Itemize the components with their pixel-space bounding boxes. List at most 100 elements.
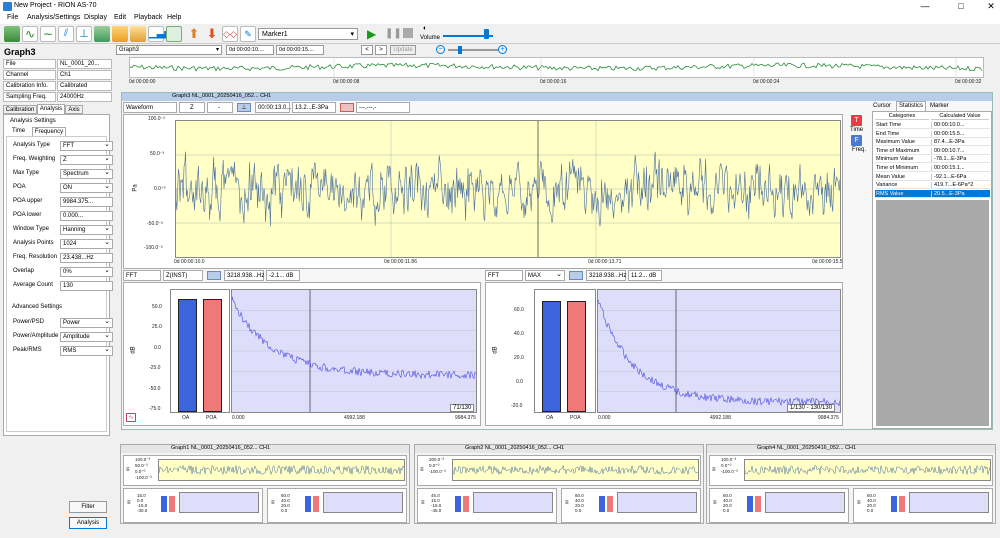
delta-icon[interactable] (340, 103, 354, 112)
zoom-slider[interactable] (448, 49, 498, 51)
fft2-plot[interactable] (597, 289, 841, 413)
fft2-weight-box[interactable]: MAX (525, 269, 565, 281)
stats-row[interactable]: Maximum Value 87.4...E-3Pa (875, 138, 990, 147)
menu-display[interactable]: Display (84, 14, 107, 21)
marker-add-icon[interactable]: ✎ (240, 26, 256, 42)
poa-lower-input[interactable]: 0.000... (60, 211, 113, 221)
fft2-type-box[interactable]: FFT (485, 270, 523, 281)
mini-spectrum-plot[interactable] (179, 492, 259, 513)
fft1-cursor-icon[interactable] (207, 271, 221, 280)
export-icon[interactable] (94, 26, 110, 42)
brush-icon[interactable] (130, 26, 146, 42)
mini-spectrum-plot[interactable] (323, 492, 403, 513)
subtab-time[interactable]: Time (12, 128, 25, 134)
mini-wave-plot[interactable] (452, 459, 699, 481)
mini-spec-settings-icon[interactable]: ≡ (421, 500, 425, 506)
folder-icon[interactable] (112, 26, 128, 42)
stats-row[interactable]: Start Time 00:00:10.0... (875, 121, 990, 129)
maximize-button[interactable]: □ (946, 0, 976, 13)
mini-graph-3[interactable]: Graph4 NL_0001_20250416_052... CH1 100.0⁻… (706, 444, 996, 524)
tab-cursor[interactable]: Cursor (873, 103, 891, 109)
mini-spec-settings-icon[interactable]: ≡ (713, 500, 717, 506)
tab-axis[interactable]: Axis (65, 105, 83, 114)
wave-plot[interactable] (175, 120, 841, 258)
overview-end-time[interactable]: 0d 00:00:15.... (276, 45, 324, 55)
overview-strip[interactable] (129, 57, 984, 78)
fft2-bar-poa[interactable] (567, 301, 586, 412)
peak-rms-select[interactable]: RMS (60, 346, 113, 356)
wave-type-box[interactable]: Waveform (123, 102, 177, 113)
zoom-out-icon[interactable]: − (436, 45, 445, 54)
zoom-handle[interactable] (458, 46, 462, 54)
mini-settings-icon[interactable]: ≡ (420, 467, 424, 473)
time-view-button[interactable]: T (851, 115, 862, 126)
fft1-bar-oa[interactable] (178, 299, 197, 412)
fft2-cursor-icon[interactable] (569, 271, 583, 280)
mini-spectrum-plot[interactable] (909, 492, 989, 513)
close-button[interactable]: ✕ (976, 0, 1000, 13)
mini-wave-plot[interactable] (744, 459, 991, 481)
volume-slider-handle[interactable] (484, 29, 489, 39)
arrow-up-icon[interactable]: ⬆ (186, 26, 202, 42)
arrow-down-icon[interactable]: ⬇ (204, 26, 220, 42)
update-button[interactable]: Update (390, 45, 416, 55)
next-button[interactable]: > (375, 45, 387, 55)
tab-statistics[interactable]: Statistics (896, 101, 926, 111)
stats-row[interactable]: Time of Minimum 00:00:15.1... (875, 164, 990, 172)
subtab-frequency[interactable]: Frequency (32, 127, 66, 136)
spectrum-icon[interactable]: ▁▃▅ (148, 26, 172, 42)
zoom-in-icon[interactable]: + (498, 45, 507, 54)
window-type-select[interactable]: Hanning (60, 225, 113, 235)
fft1-weight-box[interactable]: Z(INST) (163, 270, 203, 281)
mini-settings-icon[interactable]: ≡ (126, 467, 130, 473)
mini-spec-settings-icon[interactable]: ≡ (857, 500, 861, 506)
stop-icon[interactable] (403, 28, 413, 38)
menu-edit[interactable]: Edit (114, 14, 126, 21)
marker-pattern-icon[interactable]: ◇◇ (222, 26, 238, 42)
mini-spec-settings-icon[interactable]: ≡ (271, 500, 275, 506)
axis-icon[interactable]: ⊥ (76, 26, 92, 42)
menu-file[interactable]: File (7, 14, 18, 21)
table-icon[interactable] (166, 26, 182, 42)
sine-icon[interactable]: ∼ (40, 26, 56, 42)
mini-spectrum-plot[interactable] (617, 492, 697, 513)
mini-wave-plot[interactable] (158, 459, 405, 481)
max-type-select[interactable]: Spectrum (60, 169, 113, 179)
overview-graph-select[interactable]: Graph3 ▾ (116, 45, 222, 55)
power-amplitude-select[interactable]: Amplitude (60, 332, 113, 342)
mini-spec-settings-icon[interactable]: ≡ (565, 500, 569, 506)
open-project-icon[interactable] (4, 26, 20, 42)
mini-graph-2[interactable]: Graph2 NL_0001_20250416_052... CH1 200.0⁻… (414, 444, 704, 524)
menu-analysis-settings[interactable]: Analysis/Settings (27, 14, 80, 21)
freq-weighting-select[interactable]: Z (60, 155, 113, 165)
stats-row[interactable]: End Time 00:00:15.5... (875, 130, 990, 138)
fft1-type-box[interactable]: FFT (123, 270, 161, 281)
stats-row[interactable]: Minimum Value -78.1...E-3Pa (875, 155, 990, 164)
wave-weight-box[interactable]: Z (179, 102, 205, 113)
stats-row[interactable]: RMS Value 20.5...E-3Pa (875, 189, 990, 198)
mini-graph-1[interactable]: Graph1 NL_0001_20250416_052... CH1 100.0⁻… (120, 444, 410, 524)
stats-row[interactable]: Mean Value -92.1...E-6Pa (875, 173, 990, 181)
tab-calibration[interactable]: Calibration (3, 105, 37, 114)
level-icon[interactable]: ⫽ (58, 26, 74, 42)
analysis-points-select[interactable]: 1024 (60, 239, 113, 249)
play-icon[interactable]: ▶ (367, 27, 376, 41)
prev-button[interactable]: < (361, 45, 373, 55)
analysis-type-select[interactable]: FFT (60, 141, 113, 151)
fft2-bar-oa[interactable] (542, 301, 561, 412)
stats-row[interactable]: Time of Maximum 00:00:10.7... (875, 147, 990, 155)
fft1-bar-poa[interactable] (203, 299, 222, 412)
marker-select[interactable]: Marker1 ▾ (258, 28, 358, 40)
cursor-icon[interactable]: ⊥ (237, 103, 251, 112)
overlap-select[interactable]: 0% (60, 267, 113, 277)
tab-analysis[interactable]: Analysis (37, 104, 65, 114)
overview-start-time[interactable]: 0d 00:00:10.... (226, 45, 274, 55)
mini-spectrum-plot[interactable] (473, 492, 553, 513)
waveform-icon[interactable]: ∿ (22, 26, 38, 42)
analysis-button[interactable]: Analysis (69, 517, 107, 529)
poa-select[interactable]: ON (60, 183, 113, 193)
poa-upper-input[interactable]: 9984.375... (60, 197, 113, 207)
menu-playback[interactable]: Playback (134, 14, 162, 21)
minimize-button[interactable]: — (910, 0, 940, 13)
power-psd-select[interactable]: Power (60, 318, 113, 328)
